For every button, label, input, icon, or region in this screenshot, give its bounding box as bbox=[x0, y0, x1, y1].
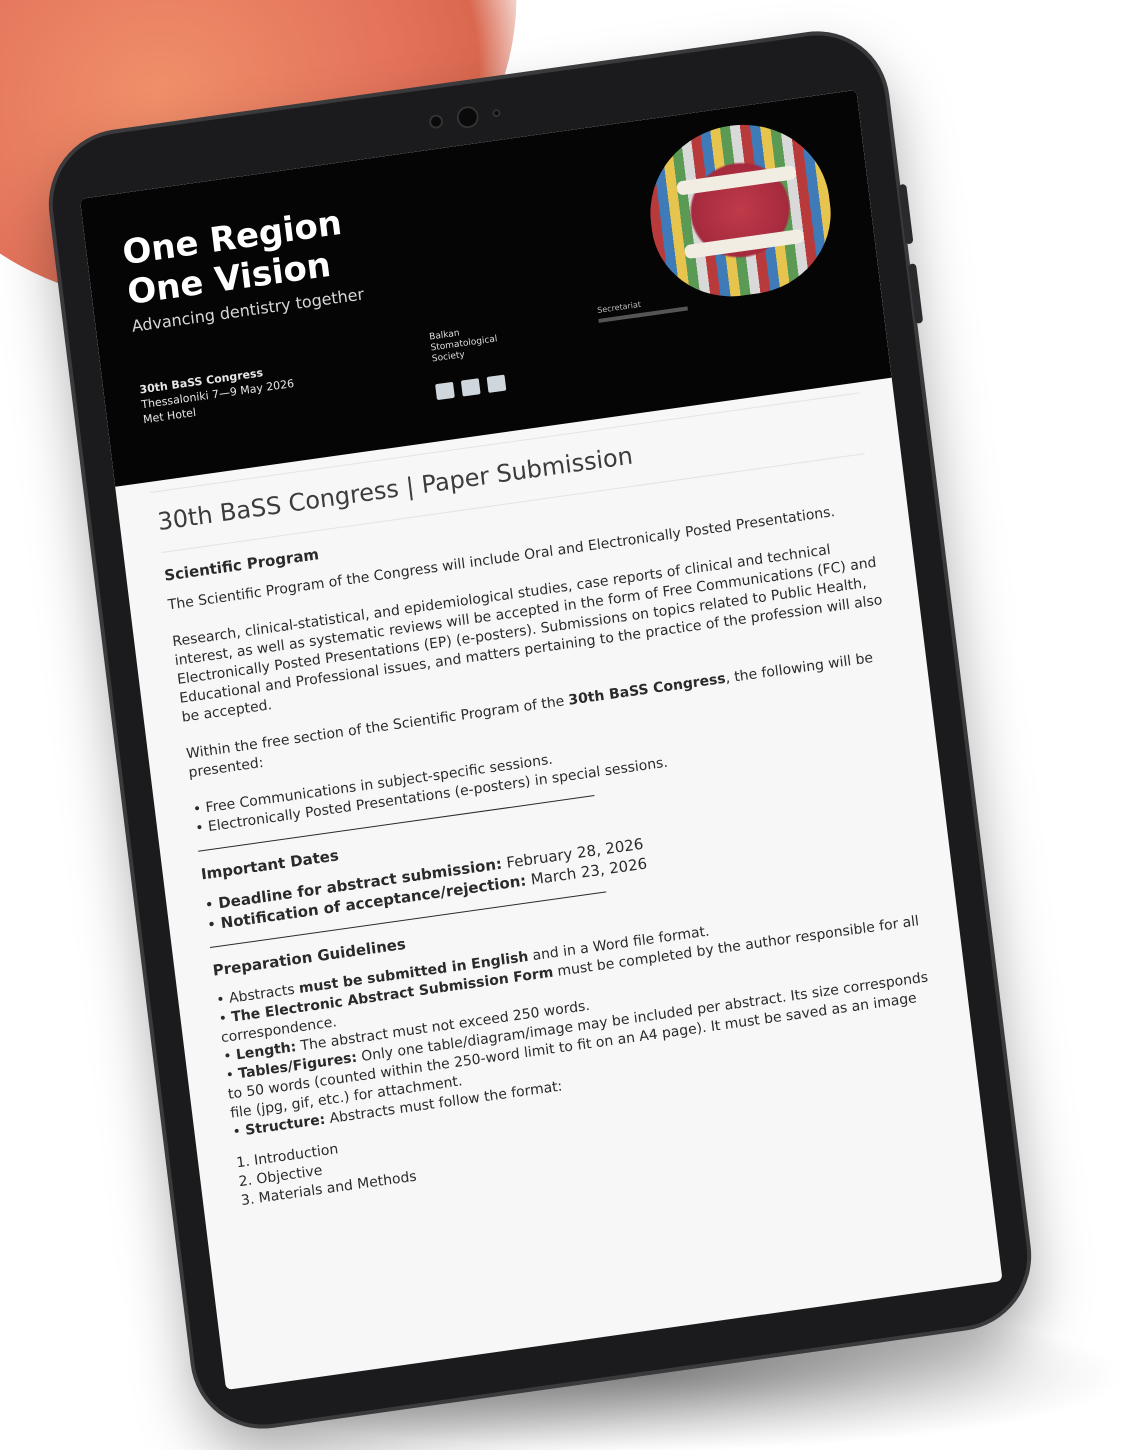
event-info: 30th BaSS Congress Thessaloniki 7—9 May … bbox=[139, 361, 297, 427]
main-content: 30th BaSS Congress | Paper Submission Sc… bbox=[117, 389, 982, 1217]
light-sensor-icon bbox=[492, 108, 501, 118]
secretariat-block: Secretariat bbox=[597, 294, 688, 323]
teeth-bottom bbox=[684, 228, 805, 260]
camera-icon bbox=[455, 104, 481, 130]
sensor-icon bbox=[428, 113, 444, 130]
volume-down-button bbox=[907, 263, 924, 324]
camera-cluster bbox=[428, 102, 502, 134]
partner-logo-icon bbox=[435, 381, 455, 401]
volume-up-button bbox=[898, 183, 914, 245]
society-logos bbox=[435, 374, 507, 401]
partner-logo-icon bbox=[486, 374, 507, 393]
tablet-device: One Region One Vision Advancing dentistr… bbox=[44, 26, 1036, 1434]
society-block: Balkan Stomatological Society bbox=[427, 312, 507, 411]
p3-bold: 30th BaSS Congress bbox=[567, 670, 727, 709]
teeth-top bbox=[676, 165, 797, 196]
society-name: Balkan Stomatological Society bbox=[428, 328, 498, 365]
tablet-screen: One Region One Vision Advancing dentistr… bbox=[79, 89, 1003, 1391]
partner-logo-icon bbox=[460, 378, 481, 397]
